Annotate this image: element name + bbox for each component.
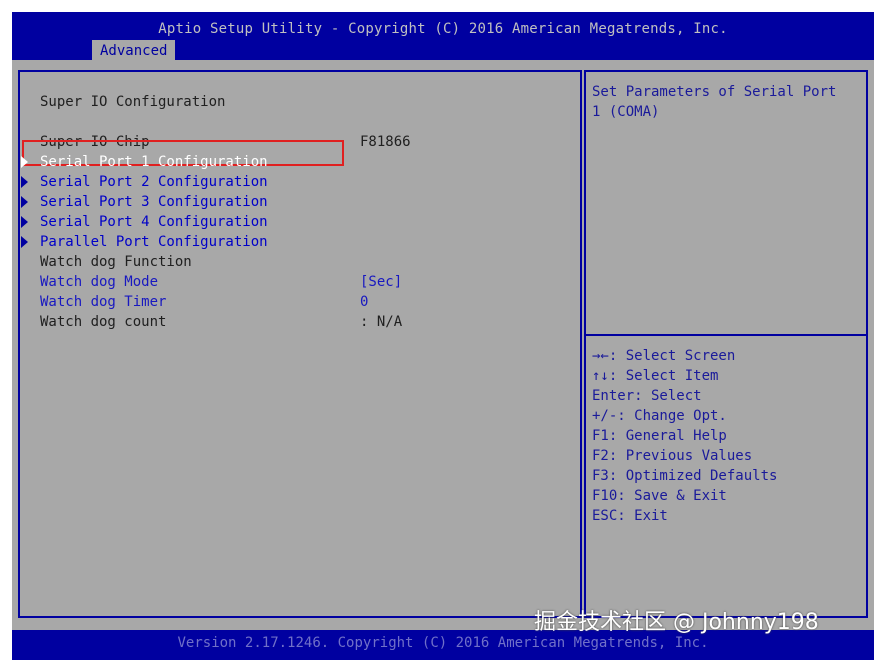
help-divider [586, 334, 866, 336]
key-change-opt: +/-: Change Opt. [592, 408, 727, 424]
menu-item-serial-port-1[interactable]: Serial Port 1 Configuration [20, 152, 268, 172]
submenu-arrow-icon [21, 236, 28, 248]
header-bar: Aptio Setup Utility - Copyright (C) 2016… [12, 12, 874, 62]
bios-screen: Aptio Setup Utility - Copyright (C) 2016… [12, 12, 874, 660]
key-f1: F1: General Help [592, 428, 727, 444]
key-esc: ESC: Exit [592, 508, 668, 524]
menu-item-serial-port-2[interactable]: Serial Port 2 Configuration [20, 172, 268, 192]
version-text: Version 2.17.1246. Copyright (C) 2016 Am… [177, 635, 709, 651]
menu-item-parallel-port[interactable]: Parallel Port Configuration [20, 232, 268, 252]
watchdog-timer-label[interactable]: Watch dog Timer [40, 292, 166, 312]
watchdog-timer-value[interactable]: 0 [360, 292, 368, 312]
key-f10: F10: Save & Exit [592, 488, 727, 504]
submenu-arrow-icon [21, 156, 28, 168]
key-f2: F2: Previous Values [592, 448, 753, 464]
watermark: 掘金技术社区 @ Johnny198 [534, 610, 819, 635]
menu-item-label: Serial Port 1 Configuration [40, 154, 268, 170]
watchdog-mode-value[interactable]: [Sec] [360, 272, 402, 292]
key-legend: →←: Select Screen ↑↓: Select Item Enter:… [592, 346, 777, 526]
settings-panel: Super IO Configuration Super IO Chip F81… [18, 70, 582, 618]
watchdog-mode-label[interactable]: Watch dog Mode [40, 272, 158, 292]
key-select-screen: →←: Select Screen [592, 348, 736, 364]
help-panel: Set Parameters of Serial Port 1 (COMA) →… [584, 70, 868, 618]
header-title: Aptio Setup Utility - Copyright (C) 2016… [158, 21, 728, 37]
help-description: Set Parameters of Serial Port 1 (COMA) [592, 84, 837, 120]
menu-item-label: Serial Port 3 Configuration [40, 194, 268, 210]
menu-item-label: Serial Port 2 Configuration [40, 174, 268, 190]
section-title: Super IO Configuration [40, 94, 226, 110]
menu-item-label: Parallel Port Configuration [40, 234, 268, 250]
submenu-arrow-icon [21, 196, 28, 208]
menu-item-serial-port-4[interactable]: Serial Port 4 Configuration [20, 212, 268, 232]
key-f3: F3: Optimized Defaults [592, 468, 778, 484]
watchdog-function-label: Watch dog Function [40, 254, 192, 270]
menu-item-serial-port-3[interactable]: Serial Port 3 Configuration [20, 192, 268, 212]
submenu-arrow-icon [21, 216, 28, 228]
watchdog-count-value: : N/A [360, 314, 403, 330]
submenu-arrow-icon [21, 176, 28, 188]
menu-item-label: Serial Port 4 Configuration [40, 214, 268, 230]
key-enter: Enter: Select [592, 388, 702, 404]
watchdog-count-label: Watch dog count [40, 314, 167, 330]
key-select-item: ↑↓: Select Item [592, 368, 719, 384]
super-io-chip-value: F81866 [360, 134, 411, 150]
tab-advanced[interactable]: Advanced [92, 40, 176, 62]
